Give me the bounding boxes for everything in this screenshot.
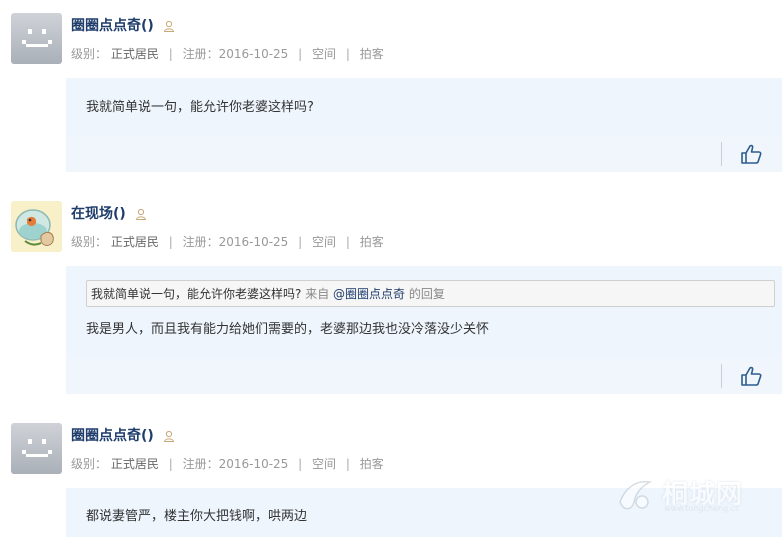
divider: | <box>298 47 303 61</box>
avatar[interactable] <box>11 201 62 252</box>
divider: | <box>298 235 303 249</box>
level-value: 正式居民 <box>110 47 159 61</box>
watermark-subtext: www.tongcheng.cc <box>664 504 740 513</box>
divider: | <box>168 235 173 249</box>
user-icon <box>163 20 174 32</box>
default-avatar-icon <box>22 439 52 457</box>
register-label: 注册： <box>182 47 219 61</box>
quote-from-label: 来自 <box>305 287 330 301</box>
divider <box>721 142 722 166</box>
thumbs-up-icon[interactable] <box>740 366 762 386</box>
watermark: 桐城网 www.tongcheng.cc <box>612 472 762 520</box>
username[interactable]: 圈圈点点奇() <box>71 425 175 445</box>
avatar[interactable] <box>11 13 62 64</box>
space-link[interactable]: 空间 <box>312 235 336 249</box>
register-date: 2016-10-25 <box>218 235 289 249</box>
user-meta: 级别： 正式居民 | 注册：2016-10-25 | 空间 | 拍客 <box>71 233 384 250</box>
watermark-logo-icon <box>619 480 653 510</box>
level-label: 级别： <box>71 47 108 61</box>
quote-suffix: 的回复 <box>408 287 445 301</box>
divider: | <box>345 235 350 249</box>
user-meta: 级别： 正式居民 | 注册：2016-10-25 | 空间 | 拍客 <box>71 45 384 62</box>
register-date: 2016-10-25 <box>218 47 289 61</box>
thumbs-up-icon[interactable] <box>740 144 762 164</box>
username[interactable]: 在现场() <box>71 203 147 223</box>
default-avatar-icon <box>22 29 52 47</box>
post-body: 我就简单说一句，能允许你老婆这样吗? <box>66 78 782 136</box>
avatar[interactable] <box>11 423 62 474</box>
post-content: 我是男人，而且我有能力给她们需要的，老婆那边我也没冷落没少关怀 <box>86 322 490 337</box>
divider: | <box>168 457 173 471</box>
space-link[interactable]: 空间 <box>312 47 336 61</box>
fishbowl-avatar-icon <box>11 201 62 252</box>
divider: | <box>298 457 303 471</box>
user-icon <box>135 208 146 220</box>
level-label: 级别： <box>71 235 108 249</box>
level-label: 级别： <box>71 457 108 471</box>
paike-link[interactable]: 拍客 <box>360 235 384 249</box>
register-label: 注册： <box>182 235 219 249</box>
divider: | <box>168 47 173 61</box>
post-content: 我就简单说一句，能允许你老婆这样吗? <box>86 100 314 115</box>
username[interactable]: 圈圈点点奇() <box>71 15 175 35</box>
divider <box>721 364 722 388</box>
space-link[interactable]: 空间 <box>312 457 336 471</box>
register-date: 2016-10-25 <box>218 457 289 471</box>
username-text[interactable]: 圈圈点点奇() <box>71 18 154 34</box>
post-body: 我就简单说一句，能允许你老婆这样吗? 来自 @圈圈点点奇 的回复 我是男人，而且… <box>66 266 782 358</box>
level-value: 正式居民 <box>110 457 159 471</box>
quote-block: 我就简单说一句，能允许你老婆这样吗? 来自 @圈圈点点奇 的回复 <box>86 280 775 307</box>
paike-link[interactable]: 拍客 <box>360 457 384 471</box>
paike-link[interactable]: 拍客 <box>360 47 384 61</box>
post-content: 都说妻管严，楼主你大把钱啊，哄两边 <box>86 509 308 524</box>
quote-text: 我就简单说一句，能允许你老婆这样吗? <box>91 287 302 301</box>
user-icon <box>163 430 174 442</box>
quote-author-link[interactable]: @圈圈点点奇 <box>333 287 405 301</box>
post-footer <box>66 358 782 394</box>
divider: | <box>345 457 350 471</box>
username-text[interactable]: 在现场() <box>71 206 126 222</box>
user-meta: 级别： 正式居民 | 注册：2016-10-25 | 空间 | 拍客 <box>71 455 384 472</box>
username-text[interactable]: 圈圈点点奇() <box>71 428 154 444</box>
divider: | <box>345 47 350 61</box>
level-value: 正式居民 <box>110 235 159 249</box>
register-label: 注册： <box>182 457 219 471</box>
post-footer <box>66 136 782 172</box>
